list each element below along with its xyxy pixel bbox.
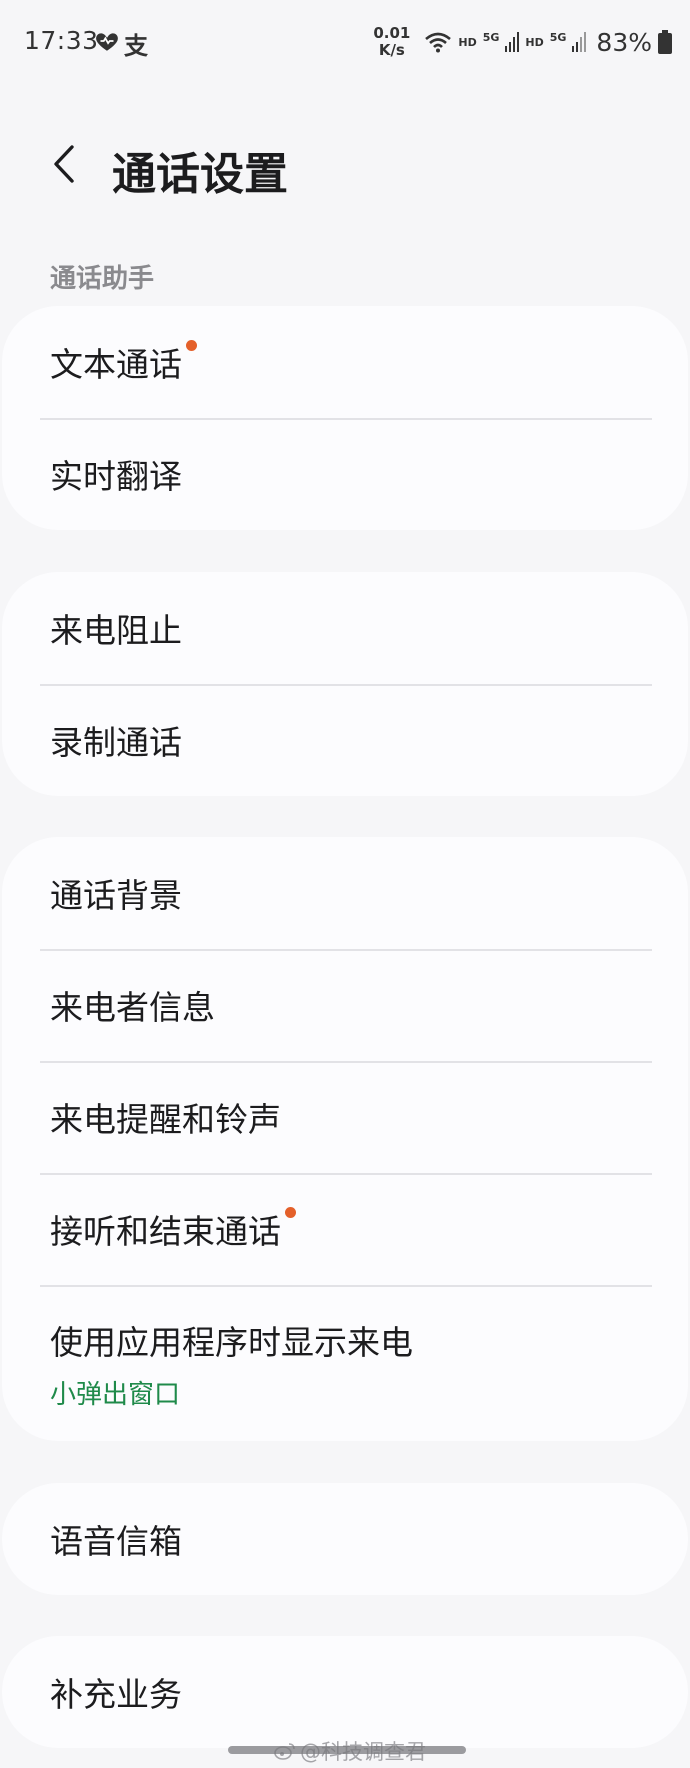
battery-percent: 83% [596, 27, 652, 57]
new-badge-dot [186, 340, 197, 351]
settings-card-supplementary: 补充业务 [2, 1636, 688, 1748]
status-right-cluster: 0.01 K/s HD 5G HD 5G 83% [373, 22, 672, 62]
setting-item-label: 接听和结束通话 [50, 1212, 281, 1251]
setting-item-label: 实时翻译 [50, 457, 182, 496]
setting-item-supplementary-services[interactable]: 补充业务 [2, 1636, 688, 1748]
alipay-icon: 支 [124, 32, 148, 60]
network-speed-unit: K/s [378, 41, 405, 59]
setting-item-value: 小弹出窗口 [50, 1379, 181, 1410]
battery-icon [658, 30, 672, 54]
new-badge-dot [285, 1207, 296, 1218]
setting-item-label: 通话背景 [50, 876, 182, 915]
setting-item-block-numbers[interactable]: 来电阻止 [2, 572, 688, 684]
setting-item-show-calls-in-apps[interactable]: 使用应用程序时显示来电 小弹出窗口 [2, 1285, 688, 1441]
setting-item-label: 语音信箱 [50, 1522, 182, 1561]
setting-item-record-calls[interactable]: 录制通话 [2, 684, 688, 796]
signal-type-2: 5G [549, 30, 567, 44]
watermark-text: @科技调查君 [300, 1740, 426, 1764]
health-heart-icon [96, 33, 118, 51]
setting-item-text-call[interactable]: 文本通话 [2, 306, 688, 418]
hd-indicator-2: HD [525, 35, 544, 49]
setting-item-caller-id[interactable]: 来电者信息 [2, 949, 688, 1061]
setting-item-live-translate[interactable]: 实时翻译 [2, 418, 688, 530]
weibo-icon [274, 1743, 295, 1760]
settings-card-voicemail: 语音信箱 [2, 1483, 688, 1595]
signal-bars-icon-2 [572, 32, 587, 52]
status-time: 17:33 [24, 26, 99, 55]
signal-type-1: 5G [482, 30, 500, 44]
setting-item-label: 补充业务 [50, 1675, 182, 1714]
app-header: 通话设置 [0, 120, 690, 210]
section-label-assistant: 通话助手 [50, 264, 155, 294]
wifi-icon [425, 32, 452, 53]
chevron-left-icon [54, 145, 74, 183]
settings-card-assistant: 文本通话 实时翻译 [2, 306, 688, 530]
setting-item-call-background[interactable]: 通话背景 [2, 837, 688, 949]
status-bar: 17:33 支 0.01 K/s HD 5G HD 5G 83% [0, 0, 690, 90]
signal-bars-icon-1 [505, 32, 520, 52]
settings-card-call-display: 通话背景 来电者信息 来电提醒和铃声 接听和结束通话 使用应用程序时显示来电 小… [2, 837, 688, 1441]
setting-item-label: 文本通话 [50, 345, 182, 384]
setting-item-answer-end-calls[interactable]: 接听和结束通话 [2, 1173, 688, 1285]
setting-item-label: 来电阻止 [50, 611, 182, 650]
setting-item-label: 来电提醒和铃声 [50, 1100, 281, 1139]
back-button[interactable] [36, 136, 92, 192]
network-speed-value: 0.01 [373, 24, 411, 42]
setting-item-label: 录制通话 [50, 723, 182, 762]
hd-indicator-1: HD [458, 35, 477, 49]
network-speed: 0.01 K/s [373, 25, 410, 59]
page-title: 通话设置 [112, 149, 288, 200]
settings-card-block-record: 来电阻止 录制通话 [2, 572, 688, 796]
watermark: @科技调查君 [274, 1736, 426, 1766]
setting-item-voicemail[interactable]: 语音信箱 [2, 1483, 688, 1595]
setting-item-label: 来电者信息 [50, 988, 215, 1027]
setting-item-label: 使用应用程序时显示来电 [50, 1322, 413, 1362]
setting-item-call-alerts-ringtone[interactable]: 来电提醒和铃声 [2, 1061, 688, 1173]
